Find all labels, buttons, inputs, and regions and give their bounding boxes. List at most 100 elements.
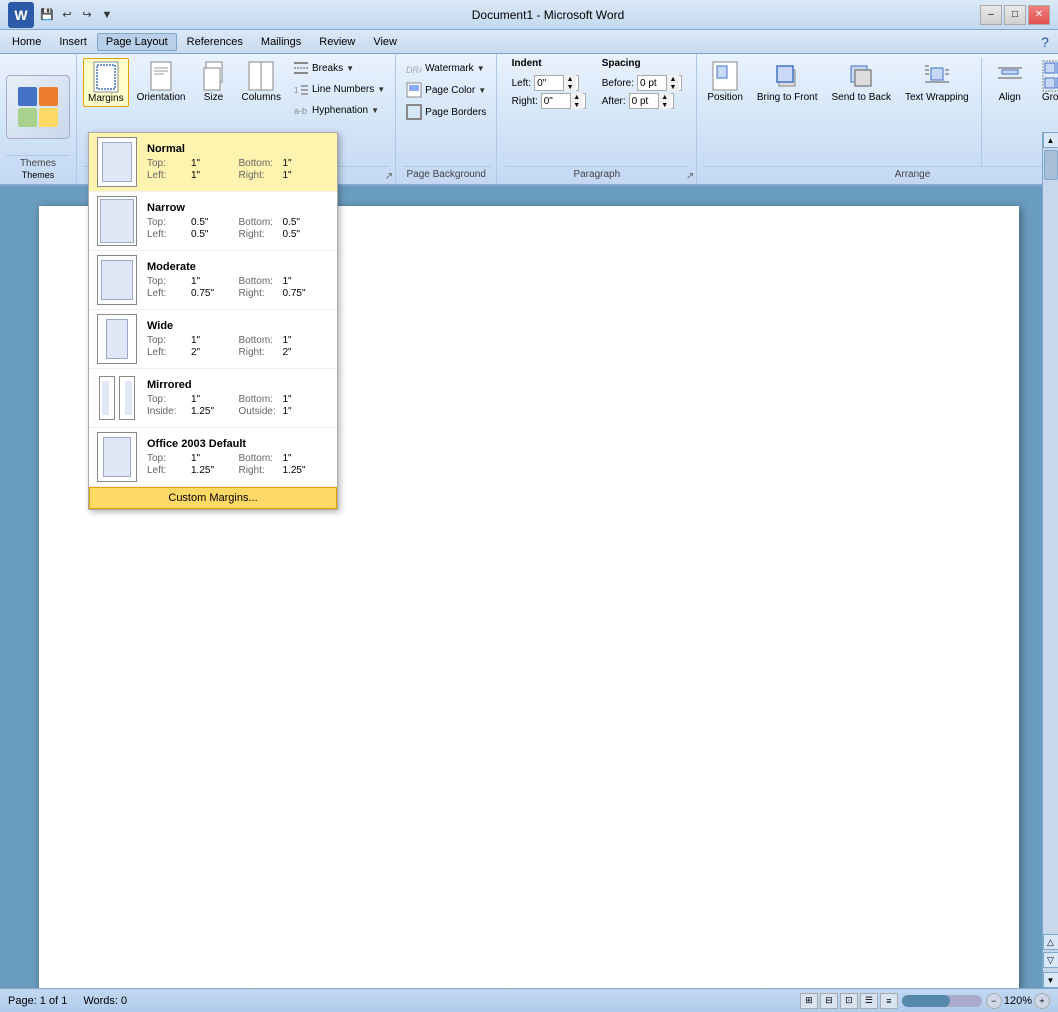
view-print-btn[interactable]: ⊞ bbox=[800, 993, 818, 1009]
spacing-before-input[interactable]: 0 pt ▲ ▼ bbox=[637, 75, 682, 91]
margin-item-wide[interactable]: Wide Top:1" Bottom:1" Left:2" Right:2" bbox=[89, 310, 337, 369]
margin-item-office2003[interactable]: Office 2003 Default Top:1" Bottom:1" Lef… bbox=[89, 428, 337, 487]
margin-details-narrow: Top:0.5" Bottom:0.5" Left:0.5" Right:0.5… bbox=[147, 217, 329, 240]
page-color-button[interactable]: Page Color ▼ bbox=[402, 80, 490, 100]
columns-button[interactable]: Columns bbox=[238, 58, 285, 105]
menu-insert[interactable]: Insert bbox=[51, 34, 95, 50]
redo-button[interactable]: ↪ bbox=[78, 6, 96, 24]
view-draft-btn[interactable]: ≡ bbox=[880, 993, 898, 1009]
group-button[interactable]: Group bbox=[1036, 58, 1058, 105]
indent-left-label: Left: bbox=[512, 78, 531, 89]
custom-margins-button[interactable]: Custom Margins... bbox=[89, 487, 337, 509]
indent-left-down[interactable]: ▼ bbox=[564, 83, 576, 91]
themes-sublabel: Themes bbox=[22, 170, 55, 180]
orientation-icon bbox=[145, 60, 177, 92]
margin-item-narrow[interactable]: Narrow Top:0.5" Bottom:0.5" Left:0.5" Ri… bbox=[89, 192, 337, 251]
status-right: ⊞ ⊟ ⊡ ☰ ≡ − 120% + bbox=[800, 993, 1050, 1009]
position-icon bbox=[709, 60, 741, 92]
bring-front-button[interactable]: Bring to Front bbox=[753, 58, 822, 105]
breaks-button[interactable]: Breaks ▼ bbox=[289, 58, 389, 78]
margin-item-moderate[interactable]: Moderate Top:1" Bottom:1" Left:0.75" Rig… bbox=[89, 251, 337, 310]
margin-name-mirrored: Mirrored bbox=[147, 379, 329, 391]
spacing-after-down[interactable]: ▼ bbox=[659, 101, 671, 109]
scroll-page-up[interactable]: △ bbox=[1043, 934, 1058, 950]
margins-button[interactable]: Margins bbox=[83, 58, 129, 107]
page-setup-small-buttons: Breaks ▼ 1 Line Numbers ▼ a-b Hyphenatio… bbox=[289, 58, 389, 120]
ribbon-help-icon[interactable]: ? bbox=[1036, 33, 1054, 51]
text-wrapping-button[interactable]: Text Wrapping bbox=[901, 58, 973, 105]
margin-info-mirrored: Mirrored Top:1" Bottom:1" Inside:1.25" O… bbox=[147, 379, 329, 417]
indent-left-up[interactable]: ▲ bbox=[564, 75, 576, 83]
zoom-in-button[interactable]: + bbox=[1034, 993, 1050, 1009]
scroll-thumb[interactable] bbox=[1044, 150, 1058, 180]
minimize-button[interactable]: – bbox=[980, 5, 1002, 25]
line-numbers-button[interactable]: 1 Line Numbers ▼ bbox=[289, 79, 389, 99]
page-background-group: DRAFT Watermark ▼ Page Color ▼ Page Bord… bbox=[396, 54, 497, 184]
scroll-down-button[interactable]: ▼ bbox=[1043, 972, 1058, 988]
title-bar-left: W 💾 ↩ ↪ ▼ bbox=[8, 2, 116, 28]
margin-preview-normal bbox=[97, 137, 137, 187]
undo-button[interactable]: ↩ bbox=[58, 6, 76, 24]
window-title: Document1 - Microsoft Word bbox=[472, 8, 625, 22]
menu-review[interactable]: Review bbox=[311, 34, 363, 50]
status-left: Page: 1 of 1 Words: 0 bbox=[8, 995, 127, 1007]
margin-preview-narrow bbox=[97, 196, 137, 246]
view-fullscreen-btn[interactable]: ⊟ bbox=[820, 993, 838, 1009]
paragraph-group: Indent Left: 0" ▲ ▼ Right: 0" bbox=[497, 54, 697, 184]
menu-view[interactable]: View bbox=[365, 34, 405, 50]
columns-label: Columns bbox=[242, 92, 281, 103]
paragraph-dialog-launcher[interactable]: ↗ bbox=[686, 171, 694, 182]
page-borders-button[interactable]: Page Borders bbox=[402, 102, 490, 122]
menu-references[interactable]: References bbox=[179, 34, 251, 50]
quick-access-more[interactable]: ▼ bbox=[98, 6, 116, 24]
position-button[interactable]: Position bbox=[703, 58, 747, 105]
margin-details-moderate: Top:1" Bottom:1" Left:0.75" Right:0.75" bbox=[147, 276, 329, 299]
indent-right-down[interactable]: ▼ bbox=[571, 101, 583, 109]
window-controls: – □ ✕ bbox=[980, 5, 1050, 25]
orientation-button[interactable]: Orientation bbox=[133, 58, 190, 105]
indent-right-up[interactable]: ▲ bbox=[571, 93, 583, 101]
margin-info-narrow: Narrow Top:0.5" Bottom:0.5" Left:0.5" Ri… bbox=[147, 202, 329, 240]
menu-page-layout[interactable]: Page Layout bbox=[97, 33, 177, 51]
size-button[interactable]: Size bbox=[194, 58, 234, 105]
spacing-label: Spacing bbox=[602, 58, 682, 69]
page-setup-dialog-launcher[interactable]: ↗ bbox=[385, 171, 393, 182]
spacing-before-up[interactable]: ▲ bbox=[667, 75, 679, 83]
indent-left-input[interactable]: 0" ▲ ▼ bbox=[534, 75, 579, 91]
page-color-dropdown-arrow: ▼ bbox=[478, 86, 486, 95]
zoom-slider[interactable] bbox=[902, 995, 982, 1007]
status-bar: Page: 1 of 1 Words: 0 ⊞ ⊟ ⊡ ☰ ≡ − 120% + bbox=[0, 988, 1058, 1012]
maximize-button[interactable]: □ bbox=[1004, 5, 1026, 25]
margin-name-narrow: Narrow bbox=[147, 202, 329, 214]
watermark-button[interactable]: DRAFT Watermark ▼ bbox=[402, 58, 488, 78]
indent-left-row: Left: 0" ▲ ▼ bbox=[512, 75, 586, 91]
scroll-up-button[interactable]: ▲ bbox=[1043, 132, 1058, 148]
themes-button[interactable] bbox=[6, 75, 70, 139]
close-button[interactable]: ✕ bbox=[1028, 5, 1050, 25]
zoom-out-button[interactable]: − bbox=[986, 993, 1002, 1009]
view-buttons: ⊞ ⊟ ⊡ ☰ ≡ bbox=[800, 993, 898, 1009]
margin-details-office2003: Top:1" Bottom:1" Left:1.25" Right:1.25" bbox=[147, 453, 329, 476]
margin-item-normal[interactable]: Normal Top:1" Bottom:1" Left:1" Right:1" bbox=[89, 133, 337, 192]
margin-info-office2003: Office 2003 Default Top:1" Bottom:1" Lef… bbox=[147, 438, 329, 476]
menu-home[interactable]: Home bbox=[4, 34, 49, 50]
view-outline-btn[interactable]: ☰ bbox=[860, 993, 878, 1009]
margin-details-wide: Top:1" Bottom:1" Left:2" Right:2" bbox=[147, 335, 329, 358]
save-button[interactable]: 💾 bbox=[38, 6, 56, 24]
indent-right-input[interactable]: 0" ▲ ▼ bbox=[541, 93, 586, 109]
themes-group: Themes Themes bbox=[0, 54, 77, 184]
quick-access-toolbar: 💾 ↩ ↪ ▼ bbox=[38, 6, 116, 24]
scroll-page-down[interactable]: ▽ bbox=[1043, 952, 1058, 968]
menu-mailings[interactable]: Mailings bbox=[253, 34, 309, 50]
spacing-after-up[interactable]: ▲ bbox=[659, 93, 671, 101]
spacing-after-input[interactable]: 0 pt ▲ ▼ bbox=[629, 93, 674, 109]
view-web-btn[interactable]: ⊡ bbox=[840, 993, 858, 1009]
align-button[interactable]: Align bbox=[990, 58, 1030, 105]
send-back-button[interactable]: Send to Back bbox=[827, 58, 894, 105]
margin-item-mirrored[interactable]: Mirrored Top:1" Bottom:1" Inside:1.25" O… bbox=[89, 369, 337, 428]
margins-label: Margins bbox=[88, 93, 124, 104]
hyphenation-button[interactable]: a-b Hyphenation ▼ bbox=[289, 100, 389, 120]
spacing-before-down[interactable]: ▼ bbox=[667, 83, 679, 91]
align-icon bbox=[994, 60, 1026, 92]
orientation-label: Orientation bbox=[137, 92, 186, 103]
